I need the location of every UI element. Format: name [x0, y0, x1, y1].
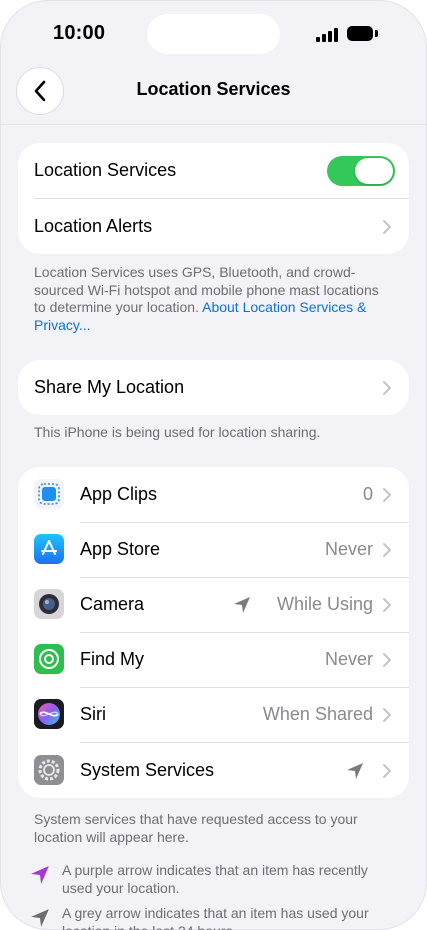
- chevron-right-icon: [383, 381, 391, 395]
- chevron-right-icon: [383, 488, 391, 502]
- app-permission-value: Never: [324, 539, 373, 559]
- location-services-description: Location Services uses GPS, Bluetooth, a…: [34, 264, 384, 334]
- battery-icon: [347, 26, 378, 41]
- location-services-toggle[interactable]: [327, 156, 395, 186]
- app-name: Find My: [80, 649, 145, 669]
- share-my-location-row[interactable]: Share My Location: [18, 360, 409, 415]
- location-arrow-grey-icon: [234, 597, 250, 613]
- share-my-location-label: Share My Location: [34, 377, 185, 397]
- app-name: System Services: [80, 760, 215, 780]
- app-row-camera[interactable]: Camera While Using: [18, 577, 409, 632]
- chevron-right-icon: [383, 653, 391, 667]
- app-row-app-clips[interactable]: App Clips 0: [18, 467, 409, 522]
- siri-icon: [34, 699, 64, 729]
- location-services-group: Location Services Location Alerts: [18, 143, 409, 254]
- app-row-app-store[interactable]: App Store Never: [18, 522, 409, 577]
- toggle-knob: [355, 158, 393, 184]
- location-services-row: Location Services: [18, 143, 409, 198]
- location-arrow-grey-icon: [31, 909, 49, 927]
- dynamic-island: [147, 14, 280, 54]
- share-location-footnote: This iPhone is being used for location s…: [34, 424, 321, 440]
- app-permission-value: While Using: [276, 594, 373, 614]
- phone-screen: 10:00 Location Services Location Service…: [0, 0, 427, 930]
- location-arrow-grey-icon: [347, 763, 363, 779]
- app-row-siri[interactable]: Siri When Shared: [18, 687, 409, 742]
- location-alerts-label: Location Alerts: [34, 216, 153, 236]
- location-alerts-row[interactable]: Location Alerts: [18, 199, 409, 254]
- location-services-label: Location Services: [34, 160, 177, 180]
- app-clips-icon: [34, 479, 64, 509]
- app-permission-value: When Shared: [262, 704, 373, 724]
- app-store-icon: [34, 534, 64, 564]
- app-row-find-my[interactable]: Find My Never: [18, 632, 409, 687]
- legend-text: A purple arrow indicates that an item ha…: [62, 862, 368, 896]
- app-name: Camera: [80, 594, 145, 614]
- app-name: Siri: [80, 704, 106, 724]
- page-title: Location Services: [136, 79, 291, 99]
- find-my-icon: [34, 644, 64, 674]
- chevron-right-icon: [383, 543, 391, 557]
- app-name: App Store: [80, 539, 161, 559]
- share-location-group: Share My Location: [18, 360, 409, 415]
- camera-icon: [34, 589, 64, 619]
- app-permission-value: 0: [362, 484, 373, 504]
- app-row-system-services[interactable]: System Services: [18, 743, 409, 798]
- app-name: App Clips: [80, 484, 158, 504]
- system-services-icon: [34, 755, 64, 785]
- app-permission-value: Never: [324, 649, 373, 669]
- chevron-right-icon: [383, 598, 391, 612]
- apps-group: App Clips 0 App Store Never Camera While…: [18, 467, 409, 798]
- status-time: 10:00: [53, 22, 106, 44]
- system-services-footnote: System services that have requested acce…: [34, 811, 358, 845]
- status-bar: 10:00: [0, 0, 427, 64]
- navigation-bar: Location Services: [0, 64, 427, 125]
- legend-text: A grey arrow indicates that an item has …: [62, 905, 369, 930]
- cellular-signal-icon: [316, 28, 340, 42]
- location-arrow-purple-icon: [31, 866, 49, 884]
- chevron-right-icon: [383, 764, 391, 778]
- chevron-right-icon: [383, 220, 391, 234]
- chevron-right-icon: [383, 708, 391, 722]
